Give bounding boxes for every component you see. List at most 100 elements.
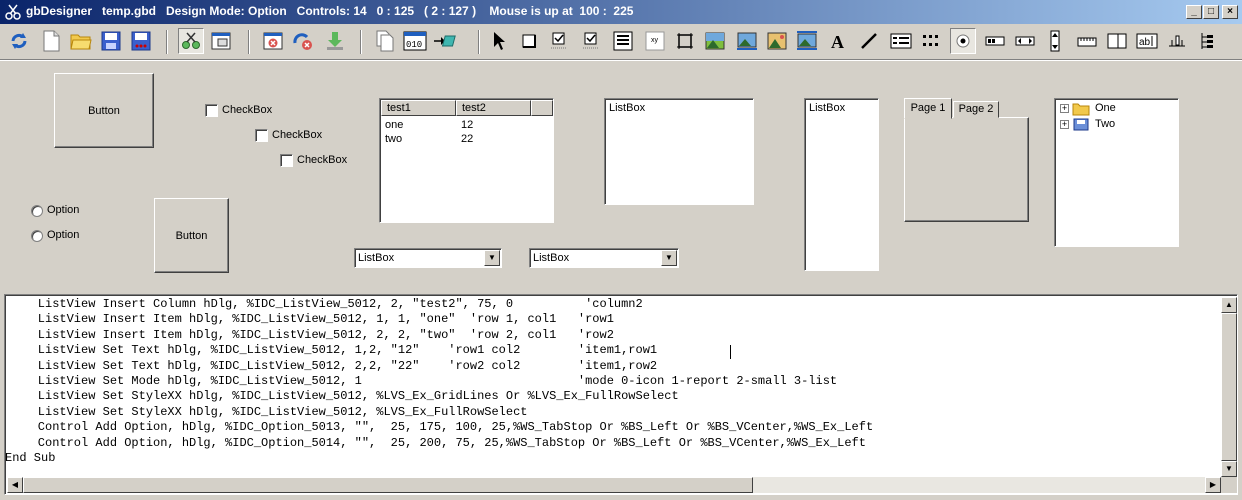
tab-page-1[interactable]: Page 1 [904,98,952,119]
image-button-tool-icon[interactable] [734,28,760,54]
hscroll-tool-icon[interactable] [1012,28,1038,54]
checkbox-1[interactable] [205,104,218,117]
image-tab-tool-icon[interactable] [794,28,820,54]
treeview[interactable]: + One + Two [1054,98,1179,247]
listbox-1[interactable]: ListBox [604,98,754,205]
maximize-button[interactable]: □ [1203,5,1219,19]
save-icon[interactable] [98,28,124,54]
listbox-2-item[interactable]: ListBox [809,102,845,114]
horizontal-scroll-thumb[interactable] [23,477,753,493]
tab-page-2[interactable]: Page 2 [953,101,999,118]
button-tool-icon[interactable] [516,28,542,54]
chevron-down-icon[interactable]: ▼ [484,250,500,266]
statusbar-tool-icon[interactable] [1104,28,1130,54]
checkbox3-tool-icon[interactable] [578,28,604,54]
ruler-tool-icon[interactable] [1074,28,1100,54]
option-radio-2[interactable] [31,230,43,242]
checkbox-tool-icon[interactable] [546,28,572,54]
drive-icon [1073,118,1089,131]
svg-text:010: 010 [406,40,422,50]
pointer-tool-icon[interactable] [486,28,512,54]
svg-text:A: A [831,32,844,51]
listview-cell[interactable]: 12 [461,119,473,131]
frame-tool-icon[interactable] [672,28,698,54]
checkbox-3[interactable] [280,154,293,167]
font-tool-icon[interactable]: A [826,28,852,54]
open-folder-icon[interactable] [68,28,94,54]
vertical-scrollbar[interactable]: ▲ ▼ [1221,297,1237,477]
design-button-2[interactable]: Button [154,198,229,273]
close-button[interactable]: × [1222,5,1238,19]
option-radio-1[interactable] [31,205,43,217]
new-file-icon[interactable] [38,28,64,54]
listview-cell[interactable]: one [385,119,403,131]
code-editor[interactable]: ListView Insert Column hDlg, %IDC_ListVi… [4,294,1238,495]
listbox-1-item[interactable]: ListBox [609,102,645,114]
label-tool-icon[interactable]: xy [642,28,668,54]
vscroll-tool-icon[interactable] [1042,28,1068,54]
trackbar-tool-icon[interactable] [1164,28,1190,54]
line-tool-icon[interactable] [856,28,882,54]
goto-code-icon[interactable] [432,28,458,54]
listview-column-header[interactable]: test1 [381,100,456,116]
option-1-label: Option [47,204,80,216]
code-line: ListView Set StyleXX hDlg, %IDC_ListView… [9,404,528,419]
treeview-tool-icon[interactable] [1194,28,1220,54]
tree-item[interactable]: One [1095,102,1116,114]
save-all-icon[interactable] [128,28,154,54]
listview-tool-icon[interactable] [610,28,636,54]
listview-column-header[interactable]: test2 [456,100,531,116]
scroll-right-icon[interactable]: ▶ [1205,477,1221,493]
button-1-label: Button [88,104,120,117]
listview-cell[interactable]: two [385,133,402,145]
image-tool-icon[interactable] [702,28,728,54]
combobox-1[interactable]: ListBox ▼ [354,248,502,268]
grid-tool-icon[interactable] [918,28,944,54]
combobox-2[interactable]: ListBox ▼ [529,248,679,268]
listview[interactable]: test1 test2 one 12 two 22 [379,98,554,223]
scroll-up-icon[interactable]: ▲ [1221,297,1237,313]
cut-icon[interactable] [178,28,204,54]
option-2-label: Option [47,229,80,241]
checkbox-2[interactable] [255,129,268,142]
tree-item[interactable]: Two [1095,118,1115,130]
toolbar: 010 xy A ab [0,24,1242,60]
code-line: ListView Set Text hDlg, %IDC_ListView_50… [9,343,658,358]
code-line: ListView Insert Column hDlg, %IDC_ListVi… [9,297,643,311]
svg-text:xy: xy [651,37,659,44]
toolbar-separator [478,30,480,54]
image-label-tool-icon[interactable] [764,28,790,54]
toolbar-separator [360,30,362,54]
code-line: Control Add Option, hDlg, %IDC_Option_50… [9,420,874,435]
listview-header-filler [531,100,553,116]
download-icon[interactable] [322,28,348,54]
chevron-down-icon[interactable]: ▼ [661,250,677,266]
refresh-icon[interactable] [6,28,32,54]
progress-tool-icon[interactable] [982,28,1008,54]
button-2-label: Button [175,229,208,242]
design-button-1[interactable]: Button [54,73,154,148]
minimize-button[interactable]: _ [1186,5,1202,19]
tab-order-icon[interactable]: 010 [402,28,428,54]
listbox-tool-icon[interactable] [888,28,914,54]
combobox-2-value: ListBox [533,252,570,264]
scrollbar-corner [1221,477,1237,493]
horizontal-scrollbar[interactable]: ◀ ▶ [7,477,1221,493]
listview-cell[interactable]: 22 [461,133,473,145]
window-title: gbDesigner temp.gbd Design Mode: Option … [26,4,634,18]
code-line: ListView Set Mode hDlg, %IDC_ListView_50… [9,374,838,388]
vertical-scroll-thumb[interactable] [1221,313,1237,461]
scroll-left-icon[interactable]: ◀ [7,477,23,493]
close-form-icon[interactable] [260,28,286,54]
listbox-2[interactable]: ListBox [804,98,879,271]
copy-icon[interactable] [372,28,398,54]
scroll-down-icon[interactable]: ▼ [1221,461,1237,477]
option-tool-icon[interactable] [950,28,976,54]
textbox-tool-icon[interactable]: ab [1134,28,1160,54]
expand-icon[interactable]: + [1060,120,1069,129]
expand-icon[interactable]: + [1060,104,1069,113]
delete-icon[interactable] [290,28,316,54]
tab-control: Page 1 Page 2 [903,97,1030,224]
combobox-1-value: ListBox [358,252,395,264]
copy-form-icon[interactable] [208,28,234,54]
